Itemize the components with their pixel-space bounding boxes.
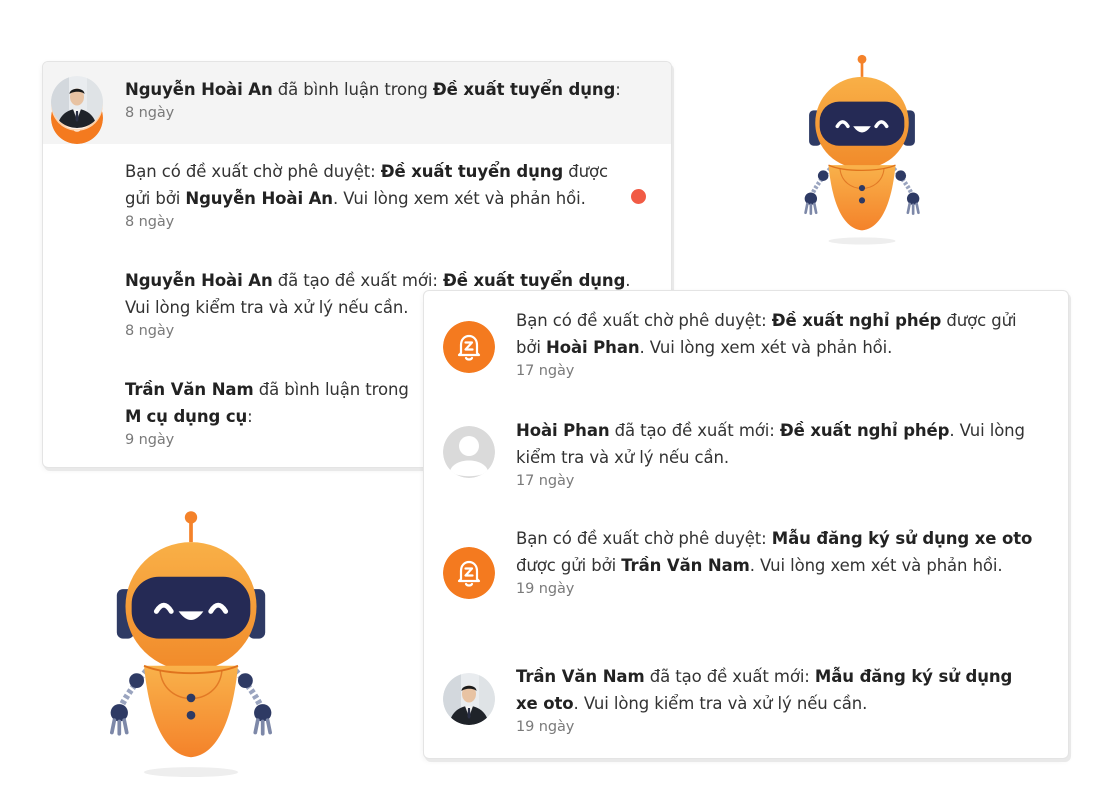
notification-time: 8 ngày	[125, 105, 175, 121]
notification-time: 9 ngày	[125, 432, 175, 448]
notification-text: Bạn có đề xuất chờ phê duyệt: Đề xuất tu…	[125, 158, 625, 212]
notification-text: Hoài Phan đã tạo đề xuất mới: Đề xuất ng…	[516, 417, 1036, 471]
bell-icon	[443, 547, 495, 599]
notification-message: Bạn có đề xuất chờ phê duyệt: Đề xuất ng…	[516, 307, 1036, 381]
notification-text: Nguyễn Hoài An đã bình luận trong Đề xuấ…	[125, 76, 645, 103]
person-photo-avatar	[51, 76, 103, 128]
notification-time: 8 ngày	[125, 214, 175, 230]
message-text: đã tạo đề xuất mới:	[272, 271, 443, 290]
message-text: đã tạo đề xuất mới:	[609, 421, 780, 440]
robot-mascot-icon	[797, 54, 927, 248]
notification-text: Bạn có đề xuất chờ phê duyệt: Đề xuất ng…	[516, 307, 1036, 361]
bold-entity-text: Hoài Phan	[516, 421, 610, 440]
notification-text: Trần Văn Nam đã tạo đề xuất mới: Mẫu đăn…	[516, 663, 1036, 717]
bold-entity-text: Trần Văn Nam	[516, 667, 645, 686]
bold-entity-text: Hoài Phan	[546, 338, 640, 357]
bold-entity-text: Trần Văn Nam	[621, 556, 750, 575]
notification-time: 19 ngày	[516, 719, 575, 735]
bold-entity-text: Mẫu đăng ký sử dụng xe oto	[771, 529, 1033, 548]
notification-time: 17 ngày	[516, 473, 575, 489]
message-text: đã tạo đề xuất mới:	[644, 667, 815, 686]
bold-entity-text: Đề xuất tuyển dụng	[432, 80, 616, 99]
message-text: đã bình luận trong	[272, 80, 433, 99]
bold-entity-text: cụ dụng cụ	[146, 407, 248, 426]
message-text: . Vui lòng xem xét và phản hồi.	[749, 556, 1003, 575]
notification-message: Bạn có đề xuất chờ phê duyệt: Đề xuất tu…	[125, 158, 625, 232]
bold-entity-text: Nguyễn Hoài An	[185, 189, 333, 208]
bell-icon	[443, 321, 495, 373]
bold-entity-text: Đề xuất tuyển dụng	[380, 162, 564, 181]
notification-time: 19 ngày	[516, 581, 575, 597]
notification-message: Trần Văn Nam đã tạo đề xuất mới: Mẫu đăn…	[516, 663, 1036, 737]
robot-mascot-icon	[101, 510, 281, 782]
notification-time: 17 ngày	[516, 363, 575, 379]
gray-user-icon	[443, 426, 495, 478]
message-text: được gửi bởi	[516, 556, 622, 575]
notification-panel-front: Bạn có đề xuất chờ phê duyệt: Đề xuất ng…	[423, 290, 1069, 759]
message-text: . Vui lòng kiểm tra và xử lý nếu cần.	[573, 694, 868, 713]
message-text: Bạn có đề xuất chờ phê duyệt:	[125, 162, 381, 181]
notification-text: Trần Văn Nam đã bình luận trong M cụ dụn…	[125, 376, 425, 430]
bold-entity-text: M	[125, 407, 142, 426]
notification-text: Bạn có đề xuất chờ phê duyệt: Mẫu đăng k…	[516, 525, 1036, 579]
notification-message: Nguyễn Hoài An đã bình luận trong Đề xuấ…	[125, 76, 645, 123]
message-text: :	[247, 407, 253, 426]
notification-message: Hoài Phan đã tạo đề xuất mới: Đề xuất ng…	[516, 417, 1036, 491]
bold-entity-text: Đề xuất nghỉ phép	[771, 311, 942, 330]
message-text: Bạn có đề xuất chờ phê duyệt:	[516, 311, 772, 330]
bold-entity-text: Nguyễn Hoài An	[125, 271, 273, 290]
bold-entity-text: Đề xuất tuyển dụng	[442, 271, 626, 290]
message-text: Bạn có đề xuất chờ phê duyệt:	[516, 529, 772, 548]
person-photo-avatar	[443, 673, 495, 725]
bold-entity-text: Đề xuất nghỉ phép	[779, 421, 950, 440]
message-text: :	[615, 80, 621, 99]
notification-message: Trần Văn Nam đã bình luận trong M cụ dụn…	[125, 376, 425, 450]
message-text: . Vui lòng xem xét và phản hồi.	[332, 189, 586, 208]
message-text: đã bình luận trong	[253, 380, 409, 399]
message-text: . Vui lòng xem xét và phản hồi.	[639, 338, 893, 357]
notification-message: Bạn có đề xuất chờ phê duyệt: Mẫu đăng k…	[516, 525, 1036, 599]
bold-entity-text: Trần Văn Nam	[125, 380, 254, 399]
unread-dot	[631, 189, 646, 204]
bold-entity-text: Nguyễn Hoài An	[125, 80, 273, 99]
